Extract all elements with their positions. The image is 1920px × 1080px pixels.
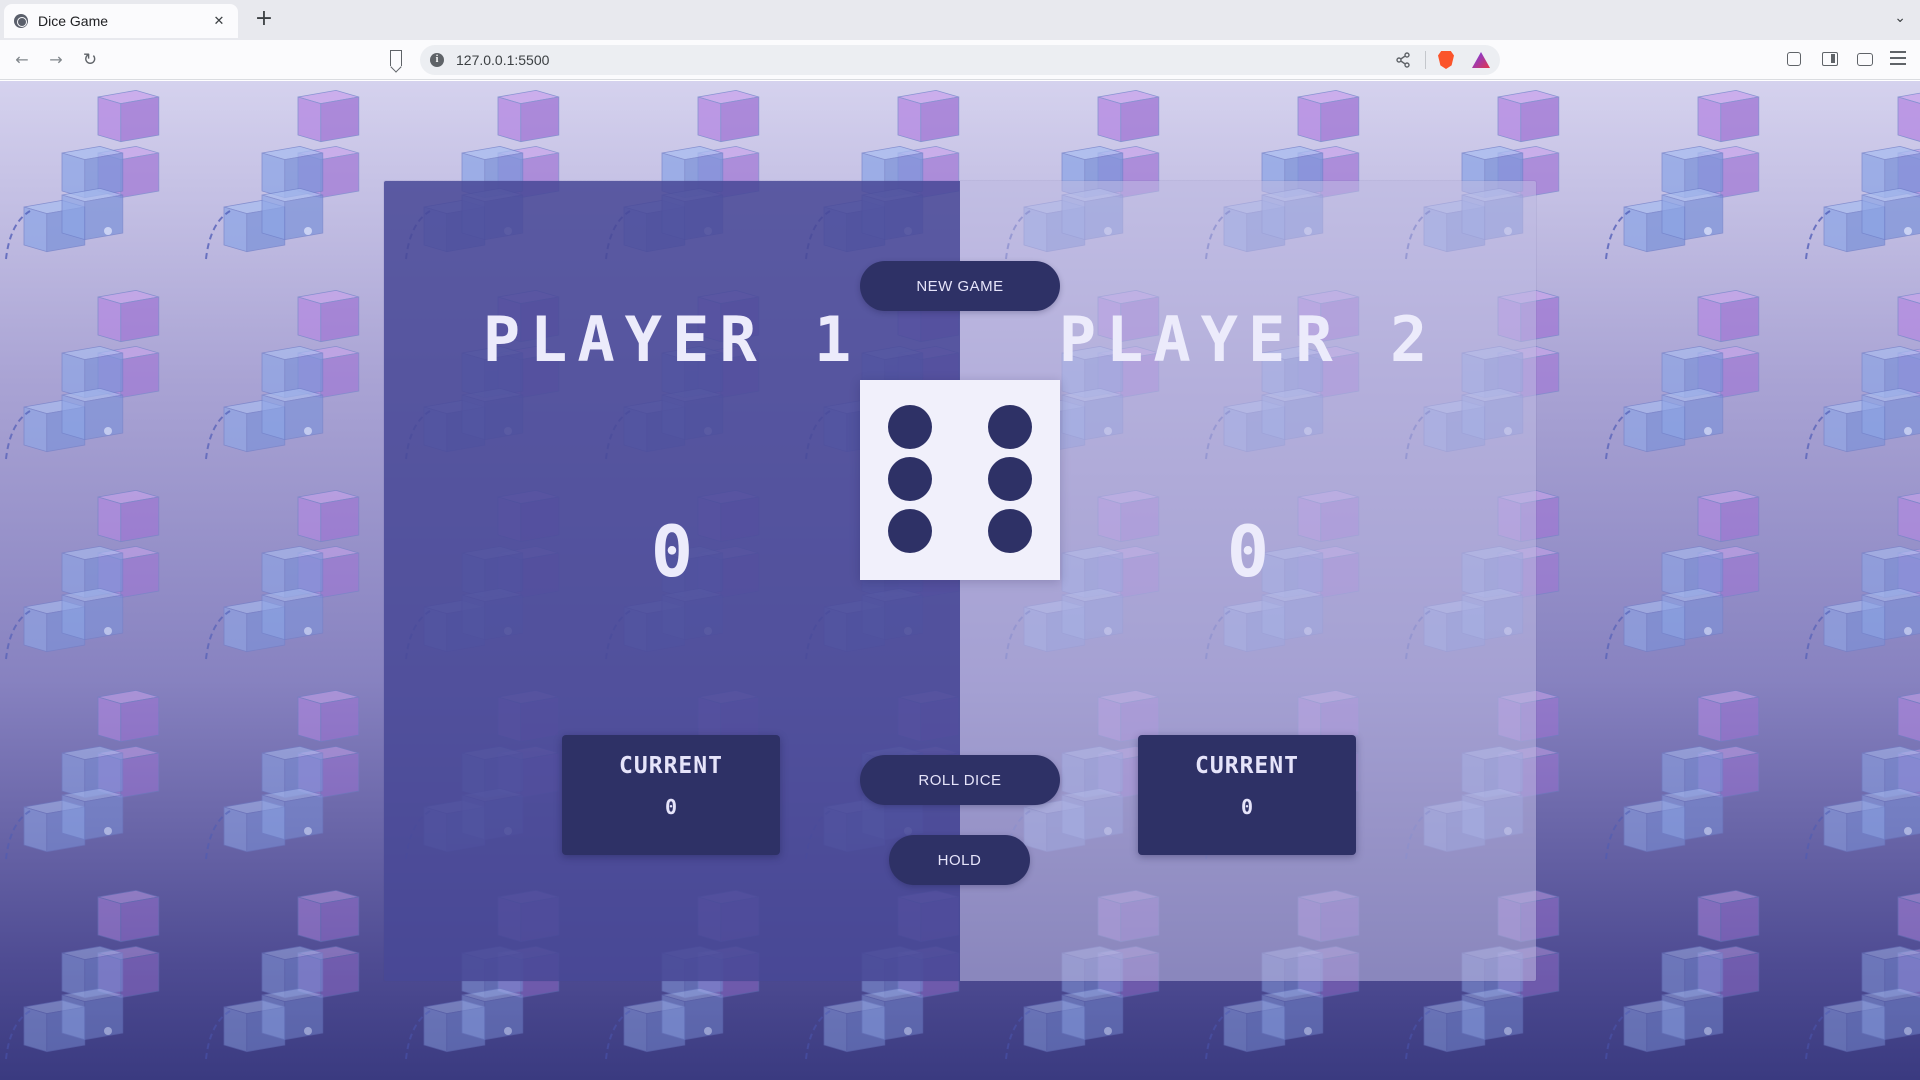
address-bar[interactable]: i 127.0.0.1:5500 xyxy=(420,45,1500,75)
sidebar-icon[interactable] xyxy=(1822,52,1838,66)
close-tab-icon[interactable]: ✕ xyxy=(210,14,228,29)
tab-title: Dice Game xyxy=(38,13,109,29)
player-1-name: PLAYER 1 xyxy=(482,303,862,376)
reload-icon[interactable]: ↻ xyxy=(78,48,102,72)
dice-pip xyxy=(988,405,1032,449)
player-1-current-label: CURRENT xyxy=(619,753,723,779)
forward-icon[interactable]: → xyxy=(44,48,68,72)
dice-face xyxy=(860,380,1060,580)
dice-pip xyxy=(988,509,1032,553)
back-icon[interactable]: ← xyxy=(10,48,34,72)
url-text[interactable]: 127.0.0.1:5500 xyxy=(456,52,1395,68)
player-1-current-score: 0 xyxy=(664,795,678,819)
bookmark-icon[interactable] xyxy=(390,50,402,66)
player-2-current-box: CURRENT 0 xyxy=(1138,735,1356,855)
roll-dice-button[interactable]: ROLL DICE xyxy=(860,755,1060,805)
globe-icon xyxy=(14,14,28,28)
rewards-icon[interactable] xyxy=(1472,52,1490,68)
dice-pip xyxy=(888,509,932,553)
browser-tab[interactable]: Dice Game ✕ xyxy=(4,4,238,38)
brave-shields-icon[interactable] xyxy=(1438,51,1454,69)
dice-pip xyxy=(888,457,932,501)
player-1-current-box: CURRENT 0 xyxy=(562,735,780,855)
url-divider xyxy=(1425,51,1426,69)
new-game-button[interactable]: NEW GAME xyxy=(860,261,1060,311)
player-2-current-label: CURRENT xyxy=(1195,753,1299,779)
menu-icon[interactable] xyxy=(1890,51,1906,71)
tab-strip: Dice Game ✕ + ⌄ xyxy=(0,0,1920,40)
share-icon[interactable] xyxy=(1395,52,1411,68)
extensions-icon[interactable] xyxy=(1787,52,1801,66)
new-tab-button[interactable]: + xyxy=(252,8,276,32)
wallet-icon[interactable] xyxy=(1857,53,1873,66)
hold-button[interactable]: HOLD xyxy=(889,835,1030,885)
dice-pip xyxy=(988,457,1032,501)
player-2-current-score: 0 xyxy=(1240,795,1254,819)
info-icon[interactable]: i xyxy=(430,53,444,67)
player-2-name: PLAYER 2 xyxy=(1058,303,1438,376)
page-viewport: PLAYER 1 0 CURRENT 0 PLAYER 2 0 CURRENT … xyxy=(0,81,1920,1080)
dice-pip xyxy=(888,405,932,449)
tab-list-chevron-icon[interactable]: ⌄ xyxy=(1894,10,1906,26)
